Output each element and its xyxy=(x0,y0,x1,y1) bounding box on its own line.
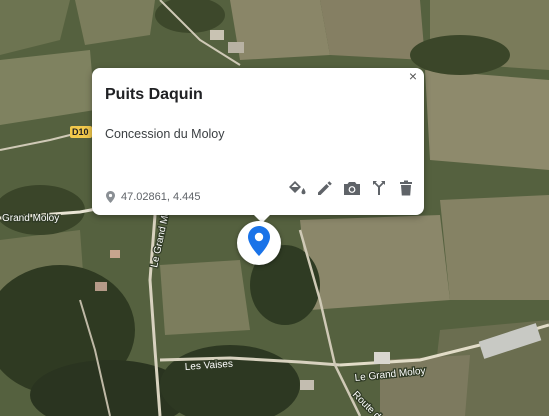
camera-icon[interactable] xyxy=(342,179,361,197)
place-toolbar xyxy=(288,179,415,197)
map-pin-icon xyxy=(248,225,270,261)
paint-bucket-icon[interactable] xyxy=(288,179,307,197)
close-button[interactable]: × xyxy=(406,69,420,83)
route-badge-label: D10 xyxy=(72,127,89,137)
location-pin-icon xyxy=(106,191,115,203)
trash-icon[interactable] xyxy=(396,179,415,197)
place-marker[interactable] xyxy=(237,221,281,265)
place-description: Concession du Moloy xyxy=(105,127,225,141)
pencil-icon[interactable] xyxy=(315,179,334,197)
coordinates-row: 47.02861, 4.445 xyxy=(106,190,201,204)
place-title: Puits Daquin xyxy=(105,86,203,103)
directions-icon[interactable] xyxy=(369,179,388,197)
coordinates-text: 47.02861, 4.445 xyxy=(121,191,201,203)
road-label-grand-moloy: Grand Moloy xyxy=(2,213,59,224)
place-info-window: × Puits Daquin Concession du Moloy 47.02… xyxy=(92,68,424,223)
